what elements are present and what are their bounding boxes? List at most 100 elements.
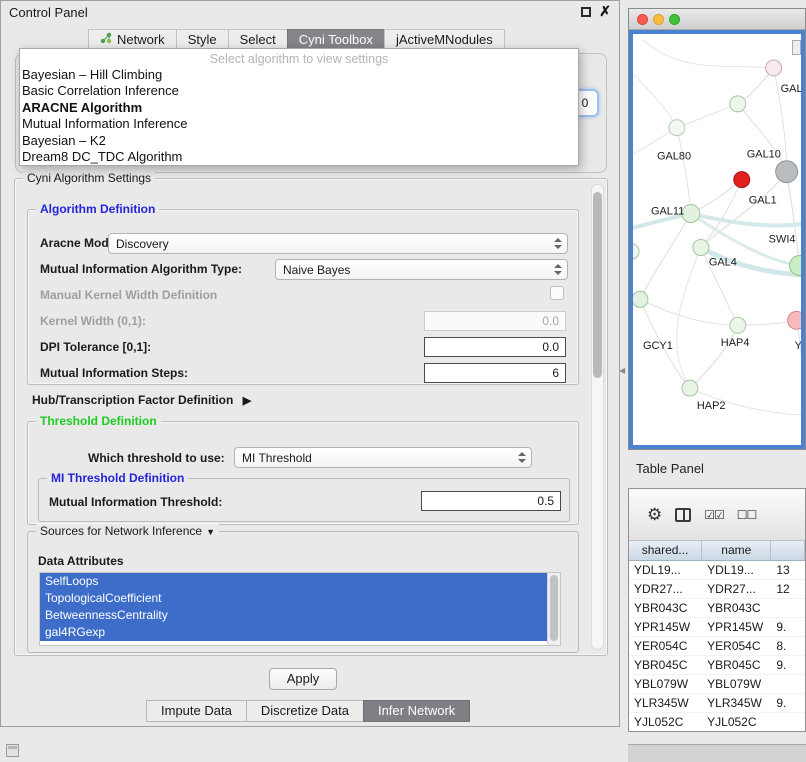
cyni-algorithm-settings-group: Cyni Algorithm Settings Algorithm Defini… (14, 178, 608, 656)
network-node[interactable] (633, 291, 648, 307)
network-edge (738, 104, 787, 172)
network-node[interactable] (693, 240, 709, 256)
manual-kernel-checkbox[interactable] (550, 286, 564, 300)
mi-steps-input[interactable]: 6 (424, 363, 566, 383)
table-row[interactable]: YBL079WYBL079W (629, 675, 805, 694)
tab-label: Cyni Toolbox (299, 30, 373, 50)
network-node[interactable] (682, 205, 700, 223)
data-attribute-item[interactable]: gal4RGexp (40, 624, 548, 641)
close-traffic-light-icon[interactable] (637, 14, 648, 25)
node-label: GCY1 (643, 340, 673, 352)
sources-group-title[interactable]: Sources for Network Inference▼ (36, 524, 219, 538)
apply-button[interactable]: Apply (269, 668, 337, 690)
network-node[interactable] (776, 161, 798, 183)
scrollbar-thumb[interactable] (593, 192, 602, 378)
network-node[interactable] (730, 317, 746, 333)
table-row[interactable]: YDR27...YDR27...12 (629, 580, 805, 599)
table-row[interactable]: YDL19...YDL19...13 (629, 561, 805, 580)
network-view-window: GALGAL80GAL10GAL1GAL11SWI4GAL4GCY1HAP4YH… (628, 8, 806, 450)
columns-icon[interactable] (675, 508, 691, 522)
gear-icon[interactable]: ⚙ (647, 505, 662, 525)
network-node[interactable] (730, 96, 746, 112)
table-cell: 9. (771, 618, 805, 636)
table-cell: YDL19... (702, 561, 771, 579)
minimize-traffic-light-icon[interactable] (653, 14, 664, 25)
network-edge (797, 320, 801, 385)
network-node[interactable] (766, 60, 782, 76)
mi-type-select[interactable]: Naive Bayes (275, 259, 568, 280)
mi-threshold-input[interactable]: 0.5 (421, 491, 561, 511)
minimized-panel-icon[interactable] (6, 744, 19, 757)
node-label: GAL1 (749, 195, 777, 207)
algorithm-option[interactable]: Bayesian – Hill Climbing (20, 67, 578, 83)
hub-definition-toggle[interactable]: Hub/Transcription Factor Definition ▶ (32, 393, 251, 407)
combo-arrows-icon (554, 238, 562, 249)
which-threshold-select[interactable]: MI Threshold (234, 447, 532, 468)
network-edge (677, 128, 691, 214)
float-window-icon[interactable] (581, 7, 591, 17)
algorithm-option[interactable]: Bayesian – K2 (20, 133, 578, 149)
panel-splitter-arrow[interactable]: ◀ (619, 366, 625, 375)
table-row[interactable]: YLR345WYLR345W9. (629, 694, 805, 713)
network-node[interactable] (788, 311, 801, 329)
aracne-mode-select[interactable]: Discovery (108, 233, 568, 254)
dpi-tolerance-input[interactable]: 0.0 (424, 337, 566, 357)
algorithm-option[interactable]: ARACNE Algorithm (20, 100, 578, 116)
network-node[interactable] (734, 172, 750, 188)
table-cell: YDL19... (629, 561, 702, 579)
algorithm-option[interactable]: Basic Correlation Inference (20, 83, 578, 99)
algorithm-option[interactable]: Mutual Information Inference (20, 116, 578, 132)
table-cell: YBL079W (702, 675, 771, 693)
data-attributes-label: Data Attributes (38, 554, 124, 568)
table-cell: YDR27... (629, 580, 702, 598)
scrollbar-arrow-icon[interactable] (792, 40, 801, 55)
tab-infer-network[interactable]: Infer Network (363, 700, 470, 722)
table-row[interactable]: YER054CYER054C8. (629, 637, 805, 656)
network-node[interactable] (633, 243, 639, 259)
chevron-down-icon: ▼ (206, 527, 215, 537)
network-canvas[interactable]: GALGAL80GAL10GAL1GAL11SWI4GAL4GCY1HAP4YH… (629, 30, 805, 449)
table-cell: 13 (771, 561, 805, 579)
table-row[interactable]: YPR145WYPR145W9. (629, 618, 805, 637)
chevron-right-icon: ▶ (243, 395, 251, 407)
tab-label: Network (117, 30, 165, 50)
tab-discretize-data[interactable]: Discretize Data (246, 700, 364, 722)
node-label: HAP4 (721, 337, 750, 349)
network-node[interactable] (682, 380, 698, 396)
network-edge (643, 40, 774, 68)
dropdown-item-list: Bayesian – Hill ClimbingBasic Correlatio… (20, 67, 578, 165)
zoom-traffic-light-icon[interactable] (669, 14, 680, 25)
threshold-definition-title: Threshold Definition (36, 414, 161, 428)
tab-impute-data[interactable]: Impute Data (146, 700, 247, 722)
data-attribute-item[interactable]: TopologicalCoefficient (40, 590, 548, 607)
table-row[interactable]: YBR045CYBR045C9. (629, 656, 805, 675)
select-all-checks-icon[interactable]: ☑☑ (704, 508, 724, 522)
mi-threshold-definition-title: MI Threshold Definition (47, 471, 188, 485)
column-header-shared-name[interactable]: shared... (629, 541, 702, 560)
column-header-name[interactable]: name (702, 541, 771, 560)
algorithm-definition-group: Algorithm Definition Aracne Mode: Discov… (27, 209, 579, 385)
network-tab-icon (100, 30, 112, 50)
deselect-all-checks-icon[interactable]: ☐☐ (737, 508, 757, 522)
data-attribute-item[interactable]: BetweennessCentrality (40, 607, 548, 624)
network-node[interactable] (669, 120, 685, 136)
table-row[interactable]: YJL052CYJL052C (629, 713, 805, 732)
data-attribute-item[interactable]: SelfLoops (40, 573, 548, 590)
network-window-titlebar (629, 9, 805, 30)
column-header-extra[interactable] (771, 541, 805, 560)
mi-steps-label: Mutual Information Steps: (40, 366, 188, 380)
tab-label: Select (240, 30, 276, 50)
mi-threshold-label: Mutual Information Threshold: (49, 495, 222, 509)
algorithm-option[interactable]: Dream8 DC_TDC Algorithm (20, 149, 578, 165)
manual-kernel-label: Manual Kernel Width Definition (40, 288, 217, 302)
table-row[interactable]: YBR043CYBR043C (629, 599, 805, 618)
table-cell: 9. (771, 656, 805, 674)
list-scrollbar[interactable] (547, 573, 560, 645)
node-label: GAL80 (657, 151, 691, 163)
table-cell: YLR345W (629, 694, 702, 712)
kernel-width-input[interactable]: 0.0 (424, 311, 566, 331)
close-icon[interactable]: ✗ (599, 3, 611, 20)
settings-scrollbar[interactable] (591, 184, 604, 650)
scrollbar-thumb[interactable] (550, 575, 558, 641)
combo-arrows-icon (554, 264, 562, 275)
